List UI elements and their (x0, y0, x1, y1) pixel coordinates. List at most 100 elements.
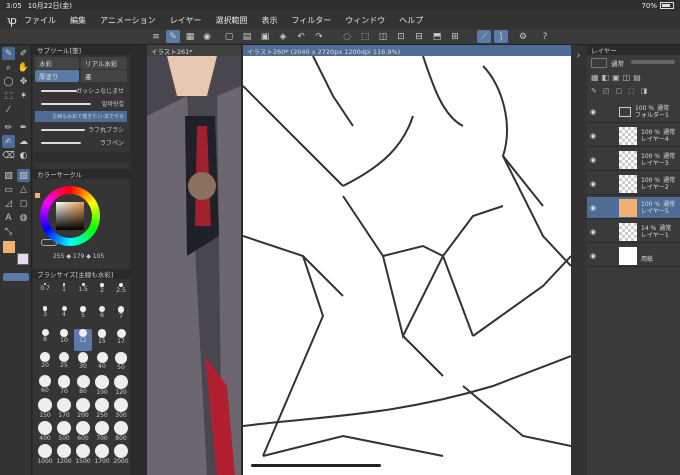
brush-size-cell[interactable]: 15 (93, 329, 111, 351)
brush-size-cell[interactable]: 400 (36, 421, 54, 443)
brush-size-cell[interactable]: 800 (112, 421, 130, 443)
background-color-swatch[interactable] (17, 253, 29, 265)
brush-size-cell[interactable]: 600 (74, 421, 92, 443)
new-file-icon[interactable]: ▢ (222, 30, 236, 43)
canvas-left-tab[interactable]: イラスト261* (147, 45, 241, 56)
snap-curve-icon[interactable]: ⟆ (494, 30, 508, 43)
menu-view[interactable]: 表示 (261, 15, 277, 26)
visibility-eye-icon[interactable]: ◉ (587, 180, 599, 188)
visibility-eye-icon[interactable]: ◉ (587, 228, 599, 236)
visibility-eye-icon[interactable]: ◉ (587, 108, 599, 116)
brush-size-cell[interactable]: 500 (55, 421, 73, 443)
pen-mode-icon[interactable]: ✎ (166, 30, 180, 43)
layer-row[interactable]: ◉ 用紙 (587, 245, 680, 267)
canvas-main[interactable]: イラスト260* (2040 x 2720px 1200dpi 116.9%) (243, 45, 571, 475)
tab-ink[interactable]: 墨 (81, 70, 127, 82)
brush-size-cell[interactable]: 60 (36, 375, 54, 397)
marker-tool-icon[interactable]: ✒ (17, 121, 30, 134)
layer-row[interactable]: ◉ 100 % 通常 レイヤー2 (587, 173, 680, 195)
balloon-tool-icon[interactable]: ◻ (17, 197, 30, 210)
crop-icon[interactable]: ⊟ (412, 30, 426, 43)
menu-edit[interactable]: 編集 (70, 15, 86, 26)
brush-size-cell[interactable]: 2.5 (112, 283, 130, 305)
visibility-eye-icon[interactable]: ◉ (587, 252, 599, 260)
brush-size-cell[interactable]: 2 (93, 283, 111, 305)
move-tool-icon[interactable]: ✥ (17, 75, 30, 88)
blend-mode-icon[interactable] (591, 58, 607, 68)
menu-help[interactable]: ヘルプ (399, 15, 423, 26)
brush-size-cell[interactable]: 1200 (55, 444, 73, 466)
pen-tool-icon[interactable]: ✎ (2, 47, 15, 60)
snap-ruler-icon[interactable]: ⟋ (477, 30, 491, 43)
ruler-icon[interactable]: ⊞ (448, 30, 462, 43)
visibility-eye-icon[interactable]: ◉ (587, 204, 599, 212)
brush-size-cell[interactable]: 40 (93, 352, 111, 374)
brush-size-cell[interactable]: 50 (112, 352, 130, 374)
undo-icon[interactable]: ↶ (294, 30, 308, 43)
brush-size-cell[interactable]: 6 (93, 306, 111, 328)
brush-size-cell[interactable]: 80 (74, 375, 92, 397)
menu-selection[interactable]: 選択範囲 (215, 15, 247, 26)
brush-size-cell[interactable]: 12 (74, 329, 92, 351)
brush-size-cell[interactable]: 700 (93, 421, 111, 443)
airbrush-tool-icon[interactable]: ☁ (17, 135, 30, 148)
brush-size-cell[interactable]: 5 (74, 306, 92, 328)
eyedropper-icon[interactable]: ⁄ (2, 103, 15, 116)
brush-tool-icon[interactable]: ✐ (17, 47, 30, 60)
brush-size-cell[interactable]: 30 (74, 352, 92, 374)
zoom-tool-icon[interactable]: ⌕ (2, 61, 15, 74)
color-toggle-icon[interactable] (3, 273, 29, 281)
blend-mode-select[interactable]: 通常 (611, 58, 624, 68)
blend-tool-icon[interactable]: ◐ (17, 149, 30, 162)
invert-select-icon[interactable]: ◫ (376, 30, 390, 43)
foreground-color-swatch[interactable] (3, 241, 15, 253)
brush-size-cell[interactable]: 0.7 (36, 283, 54, 305)
canvas-main-tab[interactable]: イラスト260* (2040 x 2720px 1200dpi 116.9%) (243, 45, 571, 56)
brush-size-cell[interactable]: 3 (36, 306, 54, 328)
gradient-tool-icon[interactable]: ▨ (17, 169, 30, 182)
save-icon[interactable]: ▣ (258, 30, 272, 43)
brush-size-cell[interactable]: 17 (112, 329, 130, 351)
brush-size-cell[interactable]: 120 (112, 375, 130, 397)
tab-watercolor[interactable]: 水彩 (35, 57, 79, 69)
brush-item[interactable]: ラフ丸ブラシ (35, 124, 127, 135)
brush-size-cell[interactable]: 200 (74, 398, 92, 420)
ruler-tool-icon[interactable]: ◿ (2, 197, 15, 210)
brush-item[interactable]: ラフペン (35, 137, 127, 148)
brush-size-cell[interactable]: 1.5 (74, 283, 92, 305)
lasso-tool-icon[interactable]: ◯ (2, 75, 15, 88)
navigator-icon[interactable]: ▦ (183, 30, 197, 43)
brush-size-cell[interactable]: 8 (36, 329, 54, 351)
transform-icon[interactable]: ⊡ (394, 30, 408, 43)
brush-size-cell[interactable]: 170 (55, 398, 73, 420)
brush-item[interactable]: 밑바탕칠 (35, 98, 127, 109)
brush-size-cell[interactable]: 1700 (93, 444, 111, 466)
export-icon[interactable]: ◈ (276, 30, 290, 43)
tab-thick-paint[interactable]: 厚塗り (35, 70, 79, 82)
hand-tool-icon[interactable]: ✋ (17, 61, 30, 74)
color-wheel[interactable] (40, 186, 100, 246)
tools-icon[interactable]: ⚙ (516, 30, 530, 43)
eraser-tool-icon[interactable]: ⌫ (2, 149, 15, 162)
brush-size-cell[interactable]: 1500 (74, 444, 92, 466)
text-tool-icon[interactable]: A (2, 211, 15, 224)
brush-size-cell[interactable]: 7 (112, 306, 130, 328)
collapse-panel-icon[interactable]: › (572, 49, 585, 62)
brush-size-cell[interactable]: 300 (112, 398, 130, 420)
tab-real-watercolor[interactable]: リアル水彩 (81, 57, 127, 69)
visibility-eye-icon[interactable]: ◉ (587, 132, 599, 140)
frame-tool-icon[interactable]: ▭ (2, 183, 15, 196)
brush-item[interactable]: ガッシュなじませ (35, 85, 127, 96)
comment-tool-icon[interactable]: ◍ (17, 211, 30, 224)
color-picker-square[interactable] (56, 202, 84, 230)
deselect-icon[interactable]: ◌ (340, 30, 354, 43)
menu-window[interactable]: ウィンドウ (345, 15, 385, 26)
brush-size-cell[interactable]: 1 (55, 283, 73, 305)
pencil-tool-icon[interactable]: ✏ (2, 121, 15, 134)
select-tool-icon[interactable]: ⬚ (2, 89, 15, 102)
brush-size-cell[interactable]: 10 (55, 329, 73, 351)
layer-row[interactable]: ◉ 14 % 通常 レイヤー1 (587, 221, 680, 243)
magic-wand-icon[interactable]: ✶ (17, 89, 30, 102)
layer-row[interactable]: ◉ 100 % 通常 レイヤー3 (587, 149, 680, 171)
eye-icon[interactable]: ◉ (200, 30, 214, 43)
